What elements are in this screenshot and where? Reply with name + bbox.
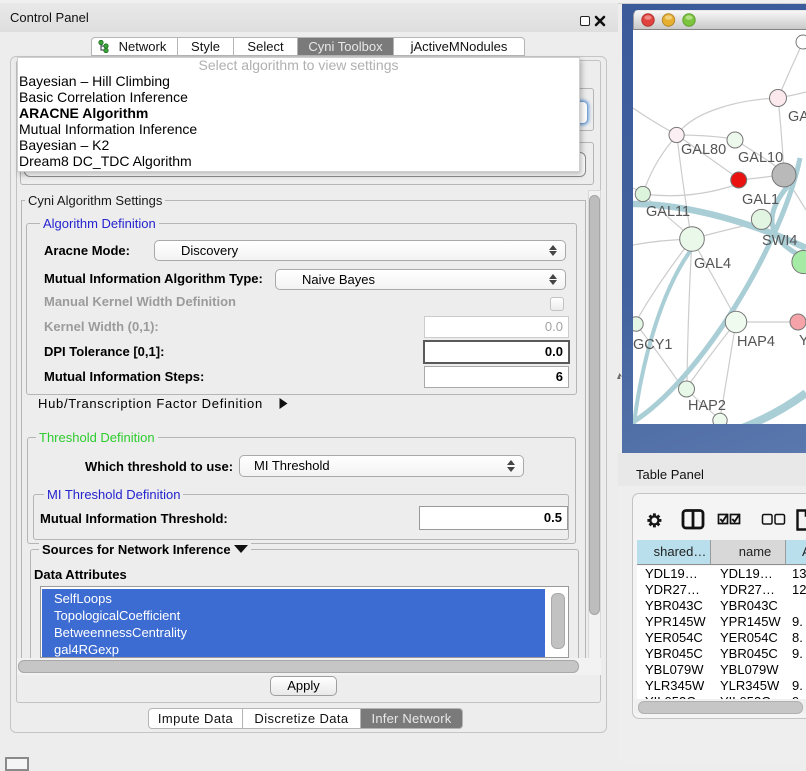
svg-text:SWI4: SWI4	[762, 233, 797, 249]
svg-text:HAP4: HAP4	[737, 334, 775, 350]
svg-text:HAP2: HAP2	[688, 398, 726, 414]
svg-text:GAL4: GAL4	[694, 256, 731, 272]
svg-text:GAL10: GAL10	[738, 150, 783, 166]
svg-text:Y: Y	[799, 333, 806, 349]
svg-text:GAL11: GAL11	[646, 204, 690, 220]
svg-text:GAL1: GAL1	[742, 192, 779, 208]
svg-text:GAL: GAL	[788, 109, 806, 125]
svg-text:GCY1: GCY1	[633, 337, 673, 353]
svg-text:GAL80: GAL80	[681, 142, 726, 158]
